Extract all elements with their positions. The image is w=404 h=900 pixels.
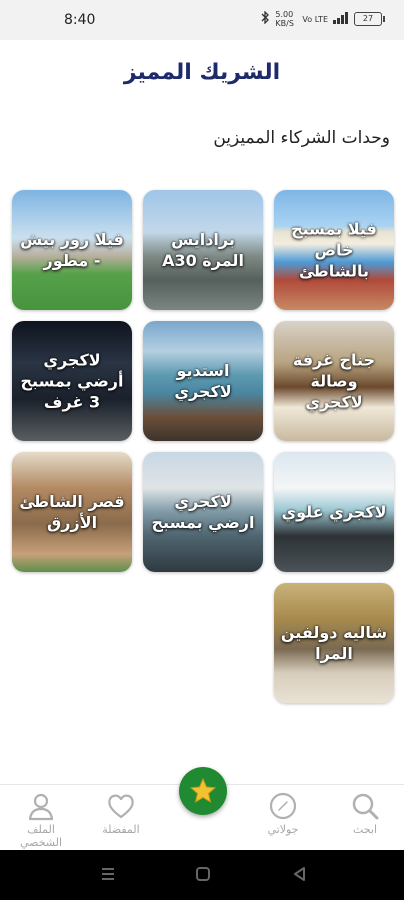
status-time: 8:40: [64, 12, 96, 28]
system-nav-bar: [0, 850, 404, 900]
unit-card-label: لاكجري ارضي بمسبح: [151, 492, 255, 532]
unit-card[interactable]: قصر الشاطئ الأزرق: [12, 452, 132, 572]
star-icon: [189, 777, 217, 804]
battery-icon: 27: [354, 12, 385, 26]
page-title: الشريك المميز: [123, 60, 281, 85]
nav-profile-label: الملف الشخصي: [19, 823, 63, 849]
sim-indicator: Vo LTE: [302, 14, 328, 24]
unit-card[interactable]: لاكجري أرضي بمسبح 3 غرف: [12, 321, 132, 441]
signal-icon: [333, 11, 349, 27]
status-bar: 8:40 5.00 KB/S Vo LTE 27: [0, 0, 404, 40]
unit-card-label: قصر الشاطئ الأزرق: [19, 492, 125, 532]
unit-card[interactable]: فيلا رور بيش - مطور: [12, 190, 132, 310]
section-title: وحدات الشركاء المميزين: [213, 128, 390, 148]
unit-card[interactable]: شاليه دولفين المرا: [274, 583, 394, 703]
status-icons: 5.00 KB/S Vo LTE 27: [261, 10, 385, 28]
unit-card[interactable]: استديو لاكجري: [143, 321, 263, 441]
nav-favorites-label: المفضلة: [102, 823, 140, 836]
unit-card-label: لاكجري أرضي بمسبح 3 غرف: [20, 350, 124, 412]
unit-card[interactable]: جناح غرفة وصالة لاكجري: [274, 321, 394, 441]
unit-card-label: لاكجري علوي: [281, 502, 387, 522]
bluetooth-icon: [261, 10, 270, 27]
nav-profile[interactable]: الملف الشخصي: [6, 791, 76, 849]
compass-icon: [269, 792, 297, 820]
menu-icon[interactable]: [100, 866, 116, 886]
nav-explore-label: جولاتي: [267, 823, 299, 836]
nav-search-label: ابحث: [352, 823, 378, 836]
back-icon[interactable]: [292, 866, 308, 886]
unit-card-label: برادايس المرة A30: [162, 230, 244, 270]
unit-card[interactable]: فيلا بمسبح خاص بالشاطئ: [274, 190, 394, 310]
heart-icon: [108, 794, 134, 819]
unit-card-label: جناح غرفة وصالة لاكجري: [292, 350, 376, 412]
unit-card-label: استديو لاكجري: [174, 361, 232, 401]
home-icon[interactable]: [195, 866, 211, 886]
unit-card-label: شاليه دولفين المرا: [280, 623, 388, 663]
unit-card-label: فيلا بمسبح خاص بالشاطئ: [291, 219, 377, 281]
nav-search[interactable]: ابحث: [330, 791, 400, 836]
unit-card[interactable]: برادايس المرة A30: [143, 190, 263, 310]
user-icon: [28, 793, 54, 821]
nav-explore[interactable]: جولاتي: [248, 791, 318, 836]
featured-partner-button[interactable]: [179, 767, 227, 815]
unit-card-label: فيلا رور بيش - مطور: [20, 230, 124, 270]
nav-favorites[interactable]: المفضلة: [86, 791, 156, 836]
network-speed: 5.00 KB/S: [275, 10, 294, 28]
unit-card[interactable]: لاكجري ارضي بمسبح: [143, 452, 263, 572]
search-icon: [352, 793, 379, 820]
unit-card[interactable]: لاكجري علوي: [274, 452, 394, 572]
